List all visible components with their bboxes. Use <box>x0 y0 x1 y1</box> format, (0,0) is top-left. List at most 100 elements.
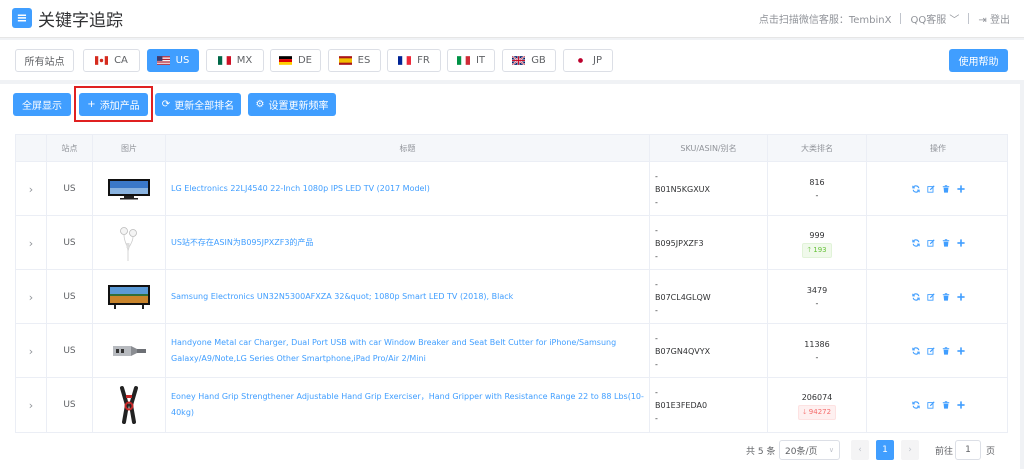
refresh-icon[interactable] <box>911 239 920 247</box>
delete-icon[interactable] <box>942 401 950 409</box>
delete-icon[interactable] <box>942 239 950 247</box>
earphones-thumbnail <box>120 227 137 261</box>
column-header-actions: 操作 <box>866 135 1009 162</box>
mx-flag-icon <box>217 56 231 65</box>
expand-row-icon[interactable]: › <box>16 270 46 324</box>
gb-flag-icon <box>512 56 526 65</box>
refresh-icon[interactable] <box>911 401 920 409</box>
rank-cell: 206074 🡓 94272 <box>767 378 866 432</box>
edit-icon[interactable] <box>926 239 935 247</box>
logout-button[interactable]: ⇥ 登出 <box>978 11 1010 26</box>
product-title-link[interactable]: LG Electronics 22LJ4540 22-Inch 1080p IP… <box>165 162 649 216</box>
site-fr-button[interactable]: FR <box>387 49 441 72</box>
edit-icon[interactable] <box>926 185 935 193</box>
site-us-button[interactable]: US <box>147 49 199 72</box>
site-jp-button[interactable]: JP <box>563 49 613 72</box>
expand-row-icon[interactable]: › <box>16 162 46 216</box>
rank-cell: 999 🡑 193 <box>767 216 866 270</box>
ca-flag-icon <box>95 56 109 65</box>
rank-change: - <box>815 299 819 308</box>
site-it-button[interactable]: IT <box>447 49 495 72</box>
plus-icon[interactable] <box>956 401 965 409</box>
plus-icon[interactable] <box>956 185 965 193</box>
delete-icon[interactable] <box>942 185 950 193</box>
arrow-down-icon: 🡓 <box>802 407 807 416</box>
rank-cell: 3479 - <box>767 270 866 324</box>
site-gb-button[interactable]: GB <box>502 49 556 72</box>
sku-cell: - B07GN4QVYX - <box>649 324 767 378</box>
help-button[interactable]: 使用帮助 <box>949 49 1008 72</box>
prev-page-button[interactable]: ‹ <box>851 440 869 460</box>
tv-thumbnail <box>108 179 150 200</box>
qq-support-dropdown[interactable]: QQ客服 ﹀ <box>910 11 959 26</box>
chevron-down-icon: ﹀ <box>949 15 960 26</box>
asin-text: B07GN4QVYX <box>655 346 711 356</box>
table-header: 站点 图片 标题 SKU/ASIN/别名 大类排名 操作 <box>16 135 1007 162</box>
add-product-button[interactable]: + 添加产品 <box>79 93 148 116</box>
rank-value: 816 <box>809 178 825 187</box>
es-flag-icon <box>338 56 352 65</box>
refresh-icon[interactable] <box>911 185 920 193</box>
column-header-expand <box>16 135 46 162</box>
edit-icon[interactable] <box>926 401 935 409</box>
delete-icon[interactable] <box>942 347 950 355</box>
product-title-link[interactable]: Samsung Electronics UN32N5300AFXZA 32&qu… <box>165 270 649 324</box>
plus-icon[interactable] <box>956 293 965 301</box>
divider <box>900 13 902 24</box>
refresh-icon[interactable] <box>911 293 920 301</box>
next-page-button[interactable]: › <box>901 440 919 460</box>
delete-icon[interactable] <box>942 293 950 301</box>
table-row: › US Samsung Electronics UN32N5300AFXZA … <box>16 270 1007 324</box>
site-filter-bar: 所有站点 CA US MX DE ES FR IT GB JP 使用帮助 <box>0 40 1024 80</box>
page-size-select[interactable]: 20条/页 ∨ <box>779 440 840 460</box>
plus-icon[interactable] <box>956 347 965 355</box>
jp-flag-icon <box>574 56 587 65</box>
expand-row-icon[interactable]: › <box>16 216 46 270</box>
charger-thumbnail <box>113 346 146 356</box>
column-header-rank: 大类排名 <box>767 135 866 162</box>
edit-icon[interactable] <box>926 293 935 301</box>
rank-cell: 816 - <box>767 162 866 216</box>
menu-icon[interactable]: ≡ <box>12 8 32 28</box>
column-header-sku: SKU/ASIN/别名 <box>649 135 767 162</box>
site-ca-button[interactable]: CA <box>83 49 140 72</box>
actions-cell <box>866 162 1009 216</box>
product-table: 站点 图片 标题 SKU/ASIN/别名 大类排名 操作 › US LG Ele… <box>15 134 1008 433</box>
plus-icon[interactable] <box>956 239 965 247</box>
fullscreen-button[interactable]: 全屏显示 <box>13 93 71 116</box>
asin-text: B01N5KGXUX <box>655 184 711 194</box>
refresh-icon[interactable] <box>911 347 920 355</box>
refresh-icon: ⟳ <box>161 99 171 110</box>
site-de-button[interactable]: DE <box>270 49 321 72</box>
product-image <box>92 324 165 378</box>
page-number-button[interactable]: 1 <box>876 440 894 460</box>
rank-value: 3479 <box>806 286 828 295</box>
column-header-title: 标题 <box>165 135 649 162</box>
edit-icon[interactable] <box>926 347 935 355</box>
site-es-button[interactable]: ES <box>328 49 381 72</box>
product-title-link[interactable]: US站不存在ASIN为B095JPXZF3的产品 <box>165 216 649 270</box>
total-count: 共 5 条 <box>746 446 776 457</box>
goto-page-input[interactable]: 1 <box>955 440 981 460</box>
settings-icon: ⚙ <box>255 99 265 110</box>
header-actions: 点击扫描微信客服：TembinX QQ客服 ﹀ ⇥ 登出 <box>759 11 1010 26</box>
table-row: › US LG Electronics 22LJ4540 22-Inch 108… <box>16 162 1007 216</box>
refresh-all-ranks-button[interactable]: ⟳ 更新全部排名 <box>155 93 241 116</box>
goto-label: 前往 <box>935 446 954 457</box>
product-title-link[interactable]: Handyone Metal car Charger, Dual Port US… <box>165 324 649 378</box>
site-mx-button[interactable]: MX <box>206 49 264 72</box>
product-image <box>92 162 165 216</box>
site-all-button[interactable]: 所有站点 <box>15 49 74 72</box>
site-cell: US <box>46 162 92 216</box>
sku-cell: - B095JPXZF3- <box>649 216 767 270</box>
pagination: 共 5 条 20条/页 ∨ ‹ 1 › 前往 1 页 <box>0 440 1020 460</box>
page-suffix: 页 <box>986 446 996 457</box>
wechat-contact-text[interactable]: 点击扫描微信客服：TembinX <box>759 11 892 26</box>
asin-text: B07CL4GLQW <box>655 292 711 302</box>
set-frequency-button[interactable]: ⚙ 设置更新频率 <box>248 93 336 116</box>
product-image <box>92 270 165 324</box>
product-title-link[interactable]: Eoney Hand Grip Strengthener Adjustable … <box>165 378 649 432</box>
expand-row-icon[interactable]: › <box>16 324 46 378</box>
sku-cell: - B01N5KGXUX - <box>649 162 767 216</box>
expand-row-icon[interactable]: › <box>16 378 46 432</box>
